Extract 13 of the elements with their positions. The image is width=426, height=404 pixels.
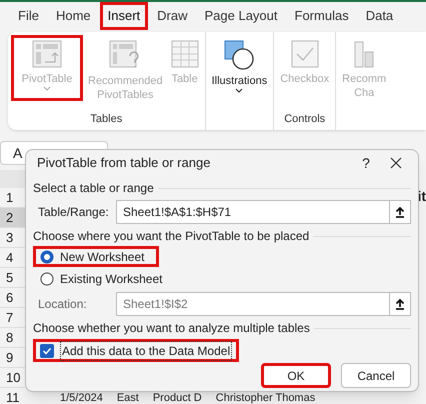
table-cell: East — [116, 392, 139, 404]
table-cell: 1/5/2024 — [60, 392, 103, 404]
section-heading: Choose where you want the PivotTable to be placed — [33, 228, 310, 245]
section-heading: Choose whether you want to analyze multiple tables — [33, 320, 310, 337]
group-label: Controls — [284, 112, 326, 126]
table-cell: Product D — [152, 392, 202, 404]
group-label: Tables — [90, 112, 122, 126]
table-cell: Christopher Thomas — [216, 392, 316, 404]
section-heading: Select a table or range — [33, 180, 154, 197]
field-label: Location: — [38, 296, 88, 313]
dialog-title: PivotTable from table or range — [37, 154, 212, 172]
field-label: Table/Range: — [38, 204, 110, 221]
row-number: 2 — [0, 208, 25, 228]
